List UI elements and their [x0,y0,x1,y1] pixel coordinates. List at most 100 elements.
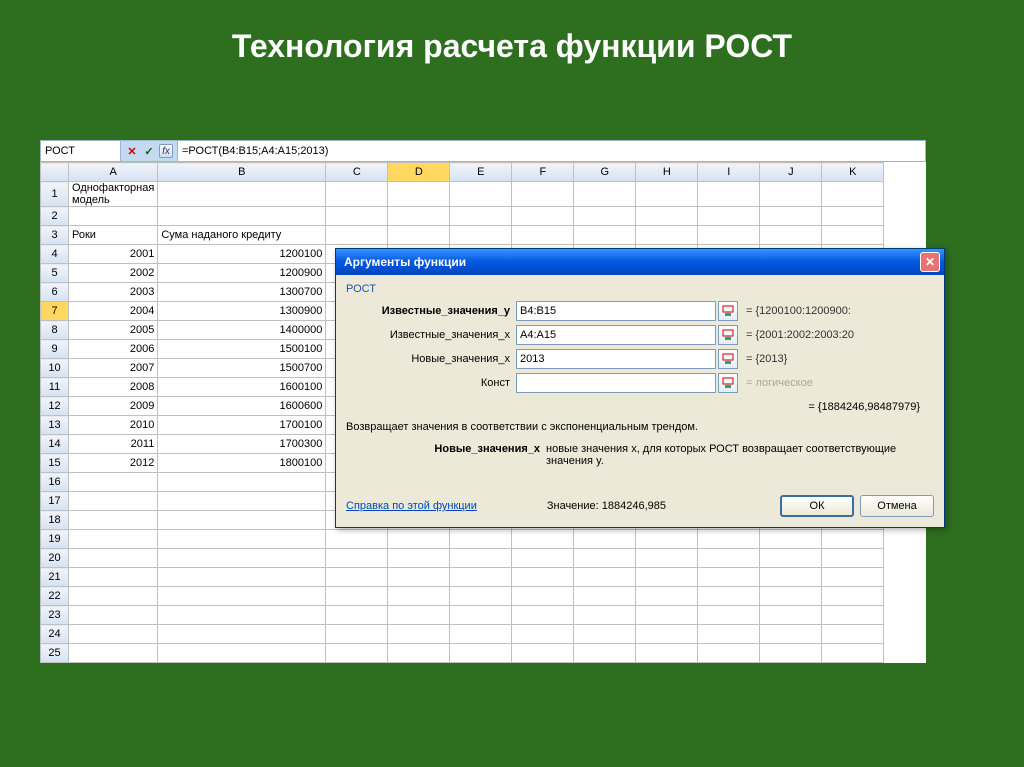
cell-B24[interactable] [158,625,326,644]
cell-A18[interactable] [69,511,158,530]
cell-J22[interactable] [760,587,822,606]
cell-K20[interactable] [822,549,884,568]
col-header-I[interactable]: I [698,163,760,182]
cell-D20[interactable] [388,549,450,568]
col-header-B[interactable]: B [158,163,326,182]
cell-B6[interactable]: 1300700 [158,283,326,302]
col-header-H[interactable]: H [636,163,698,182]
cell-E23[interactable] [450,606,512,625]
row-header-1[interactable]: 1 [41,182,69,207]
cell-C21[interactable] [326,568,388,587]
cell-B15[interactable]: 1800100 [158,454,326,473]
cell-E22[interactable] [450,587,512,606]
arg-input-0[interactable] [516,301,716,321]
row-header-16[interactable]: 16 [41,473,69,492]
cell-J19[interactable] [760,530,822,549]
cell-A4[interactable]: 2001 [69,245,158,264]
cell-C24[interactable] [326,625,388,644]
row-header-25[interactable]: 25 [41,644,69,663]
help-link[interactable]: Справка по этой функции [346,500,477,512]
cell-A10[interactable]: 2007 [69,359,158,378]
cancel-button[interactable]: Отмена [860,495,934,517]
col-header-D[interactable]: D [388,163,450,182]
cell-A5[interactable]: 2002 [69,264,158,283]
cell-I2[interactable] [698,207,760,226]
cell-H21[interactable] [636,568,698,587]
cell-G25[interactable] [574,644,636,663]
cell-K21[interactable] [822,568,884,587]
cell-B20[interactable] [158,549,326,568]
cell-K19[interactable] [822,530,884,549]
cell-G2[interactable] [574,207,636,226]
cell-H20[interactable] [636,549,698,568]
cell-A15[interactable]: 2012 [69,454,158,473]
ok-button[interactable]: ОК [780,495,854,517]
dialog-titlebar[interactable]: Аргументы функции ✕ [336,249,944,275]
row-header-13[interactable]: 13 [41,416,69,435]
row-header-9[interactable]: 9 [41,340,69,359]
cell-F20[interactable] [512,549,574,568]
col-header-G[interactable]: G [574,163,636,182]
cell-A8[interactable]: 2005 [69,321,158,340]
cell-J25[interactable] [760,644,822,663]
cell-E20[interactable] [450,549,512,568]
cell-I24[interactable] [698,625,760,644]
cell-D21[interactable] [388,568,450,587]
cell-H23[interactable] [636,606,698,625]
cell-J3[interactable] [760,226,822,245]
cell-B3[interactable]: Сума наданого кредиту [158,226,326,245]
cell-B11[interactable]: 1600100 [158,378,326,397]
cell-E25[interactable] [450,644,512,663]
cell-A6[interactable]: 2003 [69,283,158,302]
fx-icon[interactable]: fx [159,144,173,158]
cell-C20[interactable] [326,549,388,568]
row-header-8[interactable]: 8 [41,321,69,340]
cell-I19[interactable] [698,530,760,549]
cell-J1[interactable] [760,182,822,207]
cell-A20[interactable] [69,549,158,568]
cell-B23[interactable] [158,606,326,625]
cell-C1[interactable] [326,182,388,207]
cell-E2[interactable] [450,207,512,226]
cell-B21[interactable] [158,568,326,587]
cell-I1[interactable] [698,182,760,207]
cell-B25[interactable] [158,644,326,663]
cancel-formula-icon[interactable]: ✕ [125,144,139,158]
range-select-icon[interactable] [718,373,738,393]
arg-input-1[interactable] [516,325,716,345]
row-header-19[interactable]: 19 [41,530,69,549]
row-header-12[interactable]: 12 [41,397,69,416]
cell-G21[interactable] [574,568,636,587]
cell-I25[interactable] [698,644,760,663]
cell-B4[interactable]: 1200100 [158,245,326,264]
cell-B14[interactable]: 1700300 [158,435,326,454]
cell-F24[interactable] [512,625,574,644]
cell-A3[interactable]: Роки [69,226,158,245]
row-header-5[interactable]: 5 [41,264,69,283]
cell-C23[interactable] [326,606,388,625]
cell-K23[interactable] [822,606,884,625]
select-all-corner[interactable] [41,163,69,182]
cell-A19[interactable] [69,530,158,549]
cell-F3[interactable] [512,226,574,245]
cell-A17[interactable] [69,492,158,511]
row-header-3[interactable]: 3 [41,226,69,245]
cell-C25[interactable] [326,644,388,663]
cell-H24[interactable] [636,625,698,644]
cell-G20[interactable] [574,549,636,568]
cell-C22[interactable] [326,587,388,606]
cell-J2[interactable] [760,207,822,226]
cell-D25[interactable] [388,644,450,663]
cell-A9[interactable]: 2006 [69,340,158,359]
cell-G23[interactable] [574,606,636,625]
cell-I20[interactable] [698,549,760,568]
cell-I21[interactable] [698,568,760,587]
cell-A16[interactable] [69,473,158,492]
cell-B9[interactable]: 1500100 [158,340,326,359]
cell-K22[interactable] [822,587,884,606]
cell-J20[interactable] [760,549,822,568]
cell-A14[interactable]: 2011 [69,435,158,454]
cell-B13[interactable]: 1700100 [158,416,326,435]
cell-F1[interactable] [512,182,574,207]
range-select-icon[interactable] [718,301,738,321]
